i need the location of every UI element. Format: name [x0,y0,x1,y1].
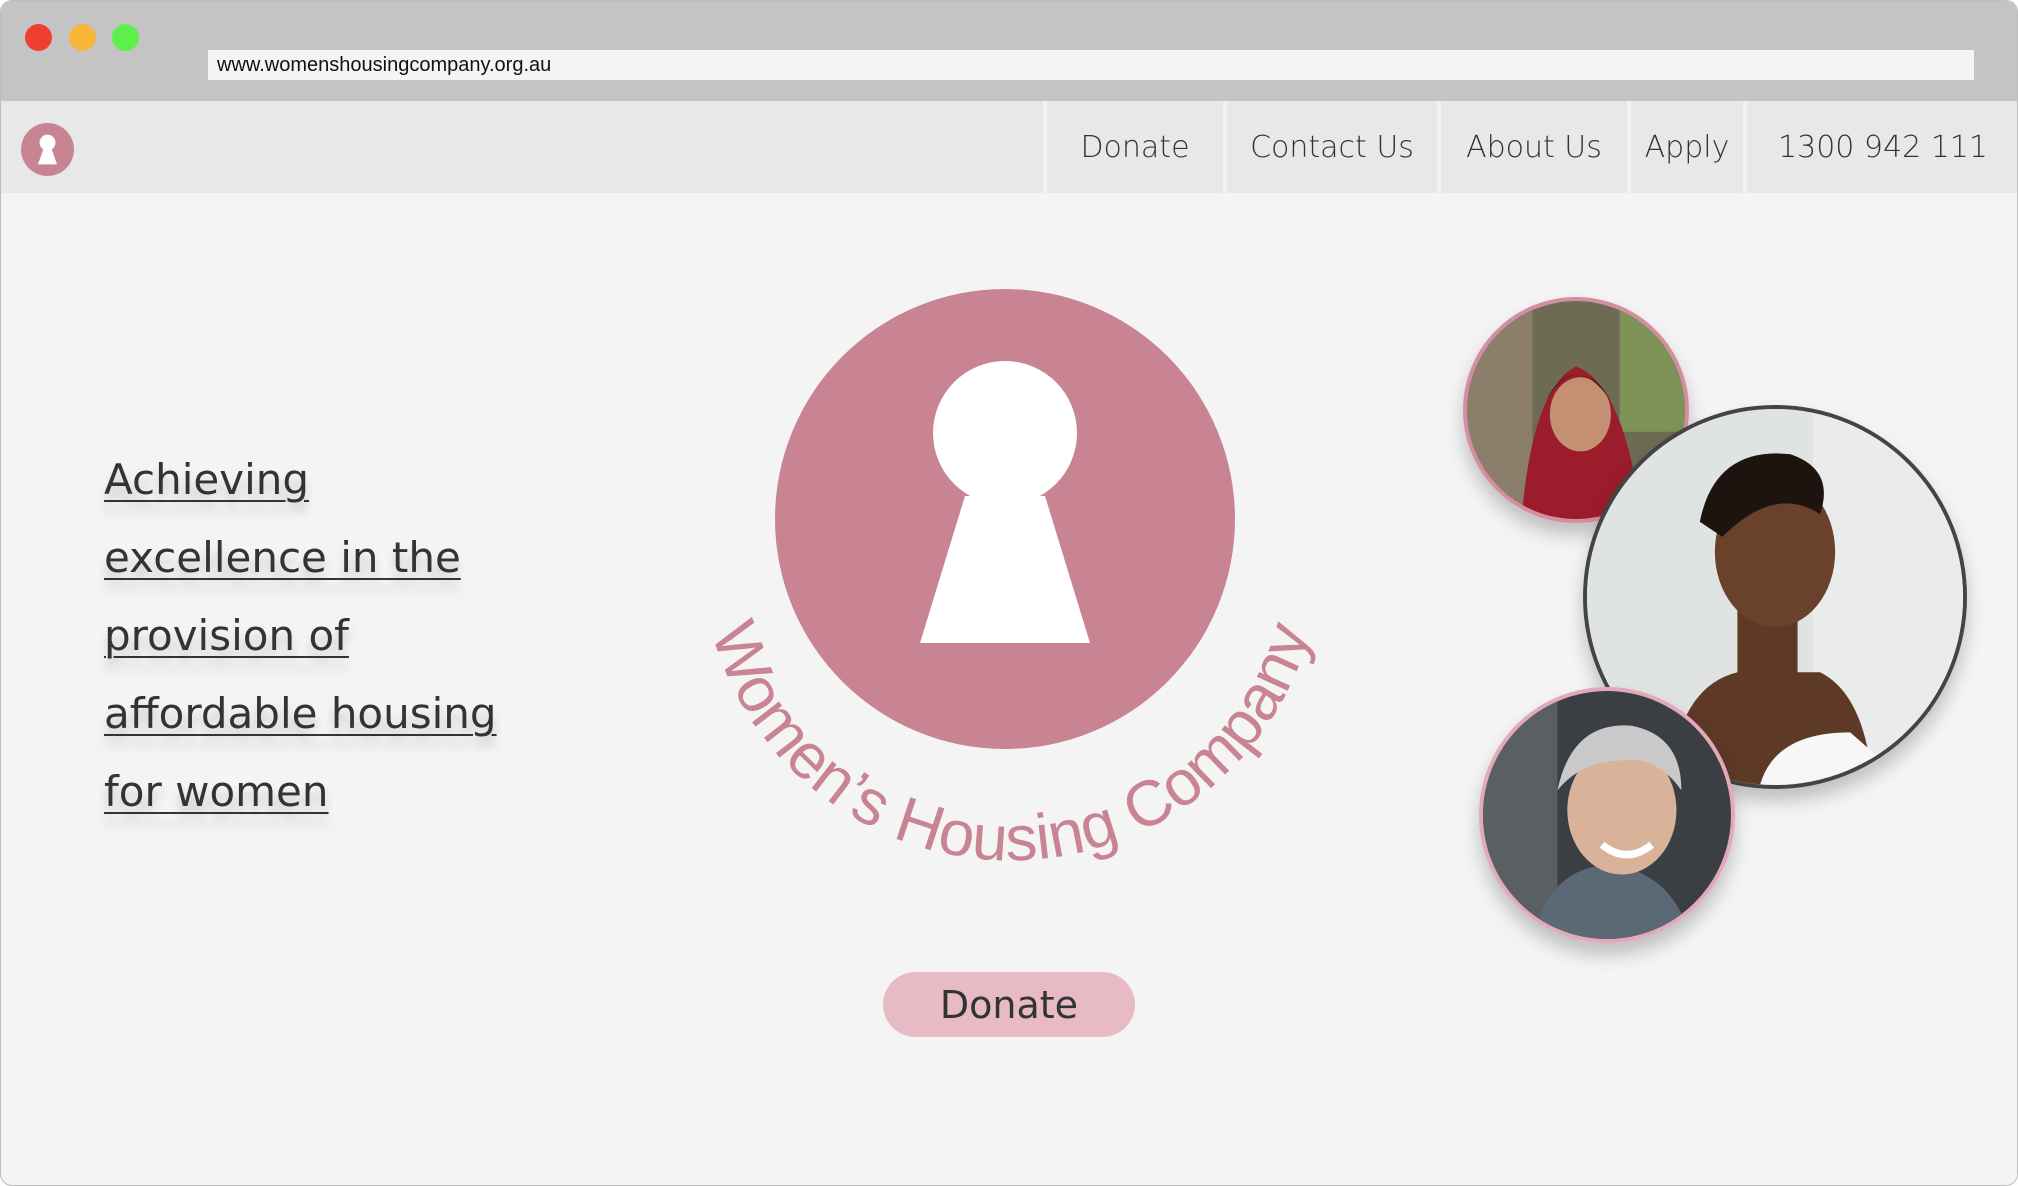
donate-button[interactable]: Donate [883,972,1135,1037]
site-nav-bar: Donate Contact Us About Us Apply 1300 94… [1,101,2017,193]
browser-window: www.womenshousingcompany.org.au Donate C… [0,0,2018,1186]
tagline-line[interactable]: affordable housing [104,675,524,753]
nav-about-us-link[interactable]: About Us [1437,101,1627,193]
address-bar[interactable]: www.womenshousingcompany.org.au [208,50,1974,80]
photo-older-woman [1479,687,1735,943]
maximize-window-button[interactable] [112,24,139,51]
minimize-window-button[interactable] [69,24,96,51]
tagline-line[interactable]: excellence in the [104,519,524,597]
tagline-line[interactable]: Achieving [104,441,524,519]
nav-apply-link[interactable]: Apply [1627,101,1743,193]
browser-title-bar: www.womenshousingcompany.org.au [1,1,2017,101]
close-window-button[interactable] [25,24,52,51]
keyhole-logo-icon[interactable] [21,123,74,176]
main-logo: Women’s Housing Company [697,289,1324,871]
hero-tagline[interactable]: Achieving excellence in the provision of… [104,441,524,831]
nav-phone-number[interactable]: 1300 942 111 [1743,101,2017,193]
nav-donate-link[interactable]: Donate [1043,101,1223,193]
tagline-line[interactable]: for women [104,753,524,831]
tagline-line[interactable]: provision of [104,597,524,675]
nav-contact-us-link[interactable]: Contact Us [1223,101,1437,193]
keyhole-top [933,361,1077,505]
